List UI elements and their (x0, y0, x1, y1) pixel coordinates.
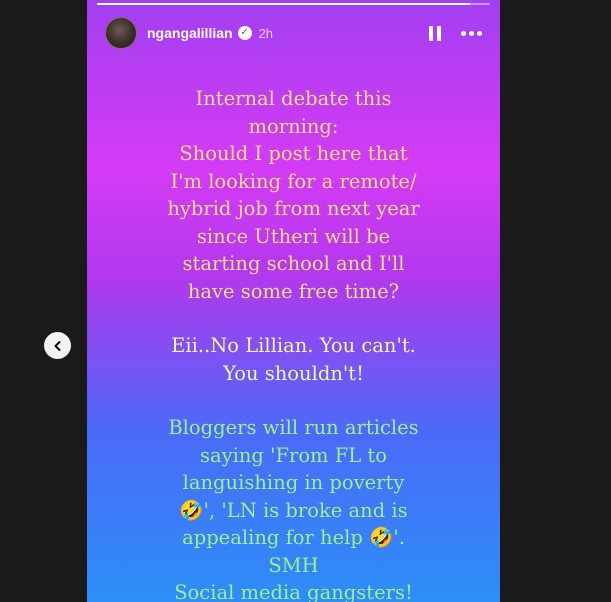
story-header: ngangalillian ✓ 2h (105, 16, 482, 50)
text-line: You shouldn't! (223, 361, 364, 385)
text-line: appealing for help 🤣'. (182, 526, 405, 549)
text-line: I'm looking for a remote/ (170, 169, 417, 193)
more-options-icon[interactable] (461, 30, 482, 36)
story-controls (429, 25, 482, 41)
previous-story-button[interactable] (44, 332, 71, 359)
text-line: Social media gangsters! (174, 581, 413, 602)
text-line: SMH (268, 553, 319, 577)
pause-icon[interactable] (429, 25, 441, 41)
story-paragraph-1: Internal debate this morning: Should I p… (87, 85, 500, 305)
text-line: starting school and I'll (182, 252, 405, 275)
text-line: hybrid job from next year (167, 197, 420, 220)
text-line: have some free time? (187, 279, 400, 303)
text-line: Should I post here that (179, 142, 408, 165)
text-line: Eii..No Lillian. You can't. (171, 334, 416, 357)
story-progress-bar (97, 3, 490, 5)
verified-badge-icon: ✓ (237, 26, 252, 40)
story-paragraph-2: Eii..No Lillian. You can't. You shouldn'… (87, 332, 500, 387)
story-paragraph-3: Bloggers will run articles saying 'From … (87, 414, 500, 602)
text-line: morning: (248, 114, 339, 138)
text-line: Internal debate this (195, 87, 392, 110)
username[interactable]: ngangalillian (147, 25, 233, 41)
text-line: 🤣', 'LN is broke and is (179, 498, 408, 522)
avatar[interactable] (105, 17, 137, 49)
story-progress-fill (97, 3, 471, 5)
post-time: 2h (258, 25, 274, 41)
text-line: saying 'From FL to (199, 443, 388, 467)
text-line: since Utheri will be (196, 224, 391, 248)
story-text: Internal debate this morning: Should I p… (87, 85, 500, 602)
text-line: Bloggers will run articles (168, 416, 419, 439)
chevron-left-icon (54, 340, 60, 351)
story-viewer[interactable]: ngangalillian ✓ 2h Internal debate this … (87, 0, 500, 602)
text-line: languishing in poverty (182, 471, 405, 494)
